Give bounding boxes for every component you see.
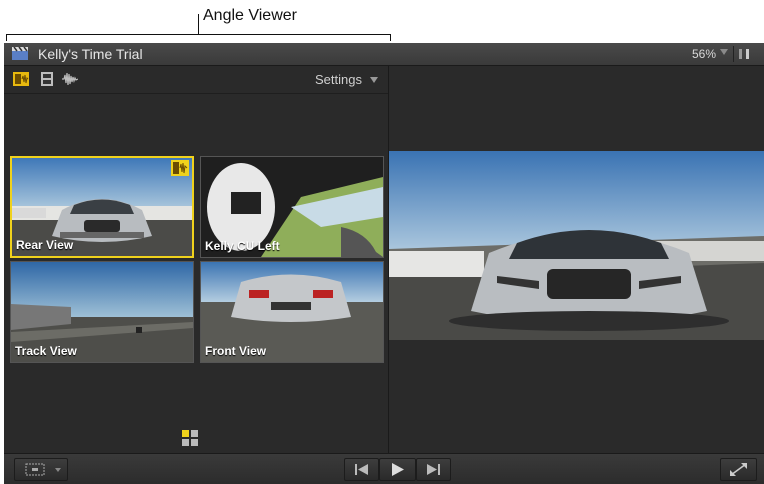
callout-leader-line <box>198 14 199 34</box>
angle-grid-icon[interactable] <box>182 430 198 446</box>
view-options-icon <box>25 463 61 476</box>
clapperboard-icon <box>12 47 28 60</box>
view-options-button[interactable] <box>14 458 68 481</box>
angle-kelly-cu-left[interactable]: Kelly CU Left <box>200 156 384 258</box>
angle-front-view[interactable]: Front View <box>200 261 384 363</box>
angle-badge-icon <box>171 160 189 176</box>
viewer-frame <box>389 151 764 340</box>
angle-label: Kelly CU Left <box>205 239 280 253</box>
video-only-icon[interactable] <box>39 72 55 86</box>
audio-meter-icon[interactable] <box>733 46 756 62</box>
angle-label: Rear View <box>16 238 74 252</box>
fullscreen-button[interactable] <box>720 458 757 481</box>
previous-edit-icon <box>355 464 368 475</box>
angle-toolbar: Settings <box>4 66 388 94</box>
callout-bracket <box>6 34 391 41</box>
zoom-dropdown-arrow-icon[interactable] <box>720 49 728 55</box>
fullscreen-icon <box>730 463 747 476</box>
angle-label: Track View <box>15 344 77 358</box>
play-button[interactable] <box>379 458 416 481</box>
angle-track-view[interactable]: Track View <box>10 261 194 363</box>
settings-menu[interactable]: Settings <box>315 72 362 87</box>
annotation-callout: Angle Viewer <box>0 0 764 44</box>
bottom-toolbar <box>4 453 764 484</box>
audio-only-icon[interactable] <box>62 72 78 86</box>
angle-viewer-pane: Settings Rear View Kelly CU Left Track V… <box>4 66 389 453</box>
angle-viewer-window: Kelly's Time Trial 56% Settings Rear Vie… <box>4 43 764 484</box>
next-edit-button[interactable] <box>416 458 451 481</box>
title-bar: Kelly's Time Trial 56% <box>4 43 764 66</box>
settings-dropdown-arrow-icon[interactable] <box>370 77 378 83</box>
viewer-frame-image <box>389 151 764 340</box>
angle-rear-view[interactable]: Rear View <box>10 156 194 258</box>
callout-label: Angle Viewer <box>203 7 297 24</box>
previous-edit-button[interactable] <box>344 458 379 481</box>
main-viewer <box>389 66 764 453</box>
video-audio-switch-icon[interactable] <box>13 72 29 86</box>
zoom-level[interactable]: 56% <box>692 47 716 61</box>
angle-label: Front View <box>205 344 267 358</box>
window-title: Kelly's Time Trial <box>38 46 143 62</box>
next-edit-icon <box>427 464 440 475</box>
play-icon <box>392 463 404 476</box>
